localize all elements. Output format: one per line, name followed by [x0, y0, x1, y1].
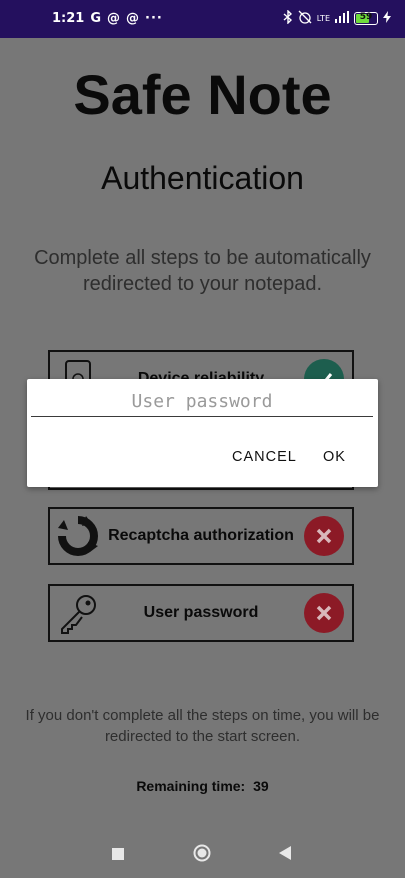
alarm-off-icon: [298, 10, 312, 27]
remaining-time-label: Remaining time:: [136, 778, 246, 794]
step-user-password[interactable]: User password: [48, 584, 354, 642]
remaining-time: Remaining time: 39: [0, 778, 405, 794]
screen-title: Authentication: [101, 160, 304, 196]
google-icon: G: [90, 11, 102, 26]
recaptcha-icon: [56, 514, 100, 558]
cancel-button[interactable]: CANCEL: [226, 445, 303, 469]
recent-apps-icon[interactable]: [112, 847, 124, 865]
network-icon: LTE: [316, 13, 330, 23]
key-icon: [56, 591, 100, 635]
status-bar: 1:21 G @ @ ··· LTE 59: [0, 0, 405, 38]
home-icon[interactable]: [193, 844, 211, 867]
instructions-text: Complete all steps to be automatically r…: [34, 247, 371, 295]
clock: 1:21: [52, 11, 85, 26]
navigation-bar: [0, 830, 405, 878]
at-sign-icon: @: [126, 11, 140, 26]
password-input[interactable]: [31, 387, 373, 417]
close-icon: [304, 516, 344, 556]
at-sign-icon: @: [107, 11, 121, 26]
password-dialog: CANCEL OK: [27, 379, 378, 487]
close-icon: [304, 593, 344, 633]
bluetooth-icon: [283, 9, 293, 27]
step-label: User password: [143, 604, 259, 621]
battery-level: 59: [359, 12, 373, 22]
battery-icon: 59: [354, 12, 378, 25]
charging-icon: [383, 11, 391, 26]
back-icon[interactable]: [279, 846, 291, 865]
more-icon: ···: [145, 11, 163, 26]
app-title: Safe Note: [73, 63, 332, 126]
ok-button[interactable]: OK: [317, 445, 352, 469]
remaining-time-value: 39: [253, 778, 269, 794]
timeout-warning: If you don't complete all the steps on t…: [25, 707, 380, 745]
status-bar-left: 1:21 G @ @ ···: [52, 11, 163, 26]
step-recaptcha-authorization[interactable]: Recaptcha authorization: [48, 507, 354, 565]
signal-icon: [335, 11, 349, 26]
status-bar-right: LTE 59: [283, 9, 391, 27]
step-label: Recaptcha authorization: [108, 527, 294, 544]
